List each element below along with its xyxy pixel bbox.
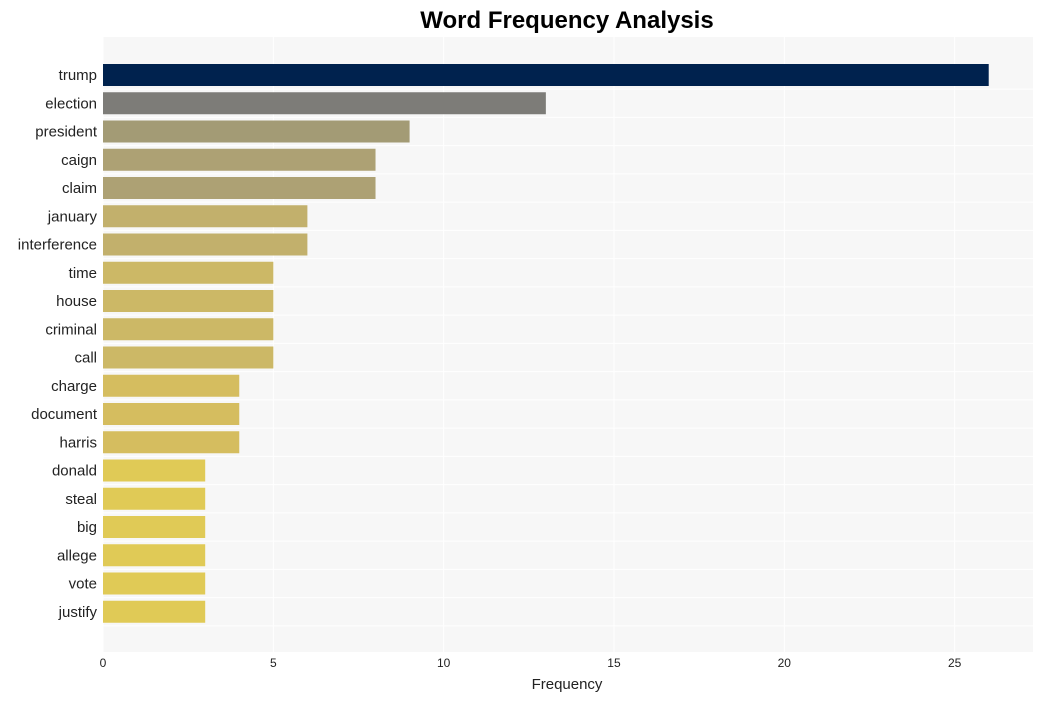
x-axis-label: Frequency [532,676,603,693]
x-tick-label: 20 [778,656,792,670]
y-tick-labels: trump election president caign claim january i… [18,67,98,621]
y-tick-label: steal [65,491,97,508]
bar-justify [103,600,206,623]
bar-document [103,403,240,425]
y-tick-label: caign [61,152,97,169]
bar-big [103,516,206,538]
x-tick-label: 25 [948,656,962,670]
bar-vote [103,572,206,595]
y-tick-label: trump [59,67,97,84]
y-tick-label: interference [18,237,97,254]
bar-time [103,261,274,284]
y-tick-label: donald [52,463,97,480]
bar-criminal [103,318,274,341]
bar-charge [103,374,240,397]
bar-allege [103,544,206,567]
y-tick-label: president [35,124,98,141]
bar-trump [103,64,989,86]
y-tick-label: january [47,208,98,225]
y-tick-label: time [69,265,97,282]
x-tick-label: 10 [437,656,451,670]
y-tick-label: call [74,350,97,367]
y-tick-label: harris [59,434,97,451]
x-tick-label: 0 [100,656,107,670]
bar-january [103,205,308,228]
bar-steal [103,487,206,510]
y-tick-label: vote [69,576,97,593]
y-tick-label: document [31,406,98,423]
bar-election [103,92,546,115]
bar-claim [103,177,376,199]
bar-donald [103,459,206,482]
y-tick-label: claim [62,180,97,197]
y-tick-label: charge [51,378,97,395]
bar-caign [103,148,376,171]
x-tick-label: 5 [270,656,277,670]
y-tick-label: justify [58,604,98,621]
y-tick-label: house [56,293,97,310]
bar-president [103,120,410,143]
bar-harris [103,431,240,454]
y-tick-label: big [77,519,97,536]
y-tick-label: election [45,95,97,112]
x-tick-label: 15 [607,656,621,670]
y-tick-label: criminal [45,321,97,338]
bar-house [103,290,274,312]
bar-call [103,346,274,369]
bar-interference [103,233,308,256]
x-tick-labels: 0 5 10 15 20 25 [100,656,962,670]
y-tick-label: allege [57,547,97,564]
word-frequency-chart: trump election president caign claim january i… [18,7,1033,693]
chart-title: Word Frequency Analysis [420,7,713,34]
